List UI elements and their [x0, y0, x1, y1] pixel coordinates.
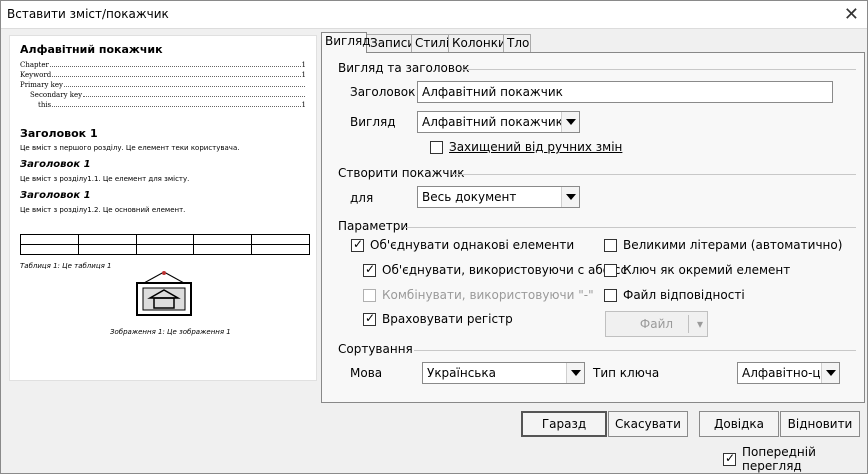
combine-pp-checkbox[interactable]: Об'єднувати, використовуючи с або сс — [363, 262, 627, 277]
tab-type[interactable]: Вигляд — [321, 32, 371, 53]
cancel-button[interactable]: Скасувати — [608, 411, 688, 437]
key-type-select[interactable]: Алфавітно-цифрове — [737, 362, 840, 384]
preview-heading-1-text: Це вміст з першого розділу. Це елемент т… — [20, 144, 240, 152]
preview-index-entry: Keyword 1 — [20, 71, 306, 79]
section-type-title: Вигляд та заголовок — [338, 61, 470, 75]
language-select[interactable]: Українська — [422, 362, 585, 384]
preview-table-caption: Таблиця 1: Це таблиця 1 — [20, 262, 112, 270]
section-options: Параметри — [338, 219, 409, 233]
for-select[interactable]: Весь документ — [417, 186, 580, 208]
language-label: Мова — [350, 366, 383, 380]
preview-heading-2b: Заголовок 1 — [20, 190, 91, 201]
reset-button[interactable]: Відновити — [780, 411, 860, 437]
for-label: для — [350, 191, 374, 205]
title-bar: Вставити зміст/покажчик ✕ — [1, 1, 867, 29]
preview-checkbox[interactable]: Попередній перегляд — [723, 445, 867, 473]
title-input[interactable]: Алфавітний покажчик — [417, 81, 833, 103]
title-label: Заголовок — [350, 85, 416, 99]
close-icon[interactable]: ✕ — [844, 4, 859, 25]
chevron-down-icon — [561, 112, 579, 132]
type-label: Вигляд — [350, 115, 396, 129]
section-create-index: Створити покажчик — [338, 166, 465, 180]
tab-columns[interactable]: Колонки — [448, 34, 506, 52]
autocapitalize-checkbox[interactable]: Великими літерами (автоматично) — [604, 238, 842, 252]
tab-entries[interactable]: Записи — [366, 34, 415, 52]
file-button[interactable]: Файл ▾ — [605, 311, 708, 337]
chevron-down-icon — [566, 363, 584, 383]
window-title: Вставити зміст/покажчик — [7, 7, 169, 21]
keys-separate-checkbox[interactable]: Ключ як окремий елемент — [604, 263, 790, 277]
tab-background[interactable]: Тло — [503, 34, 531, 52]
case-sensitive-checkbox[interactable]: Враховувати регістр — [363, 311, 513, 326]
preview-heading-2b-text: Це вміст з розділу1.2. Це основний елеме… — [20, 206, 186, 214]
preview-heading-2a-text: Це вміст з розділу1.1. Це елемент для зм… — [20, 175, 190, 183]
chevron-down-icon — [561, 187, 579, 207]
divider — [404, 227, 856, 228]
tab-panel-type: Вигляд та заголовок Заголовок Алфавітний… — [321, 52, 865, 403]
insert-index-dialog: Вставити зміст/покажчик ✕ Алфавітний пок… — [0, 0, 868, 474]
divider — [462, 69, 856, 70]
ok-button[interactable]: Гаразд — [521, 411, 607, 437]
preview-heading-1: Заголовок 1 — [20, 127, 98, 140]
preview-index-title: Алфавітний покажчик — [20, 43, 163, 56]
tab-styles[interactable]: Стилі — [411, 34, 449, 52]
preview-pane: Алфавітний покажчик Chapter 1 Keyword 1 Pr… — [9, 35, 317, 381]
preview-table — [20, 234, 310, 255]
preview-index-entry: Secondary key — [30, 91, 306, 99]
section-sort: Сортування — [338, 342, 413, 356]
combine-dash-checkbox[interactable]: Комбінувати, використовуючи "-" — [363, 288, 594, 302]
type-select[interactable]: Алфавітний покажчик — [417, 111, 580, 133]
key-type-label: Тип ключа — [593, 366, 660, 380]
picture-frame-icon — [136, 271, 192, 316]
combine-identical-checkbox[interactable]: Об'єднувати однакові елементи — [351, 237, 574, 252]
preview-index-entry: this 1 — [38, 101, 306, 109]
preview-index-entry: Primary key — [20, 81, 306, 89]
protected-checkbox[interactable]: Захищений від ручних змін — [430, 140, 622, 154]
divider — [414, 350, 856, 351]
concordance-checkbox[interactable]: Файл відповідності — [604, 288, 745, 302]
help-button[interactable]: Довідка — [699, 411, 779, 437]
preview-heading-2a: Заголовок 1 — [20, 159, 91, 170]
chevron-down-icon: ▾ — [696, 317, 703, 331]
preview-index-entry: Chapter 1 — [20, 61, 306, 69]
divider — [452, 174, 856, 175]
preview-image-caption: Зображення 1: Це зображення 1 — [110, 328, 231, 336]
chevron-down-icon — [821, 363, 839, 383]
